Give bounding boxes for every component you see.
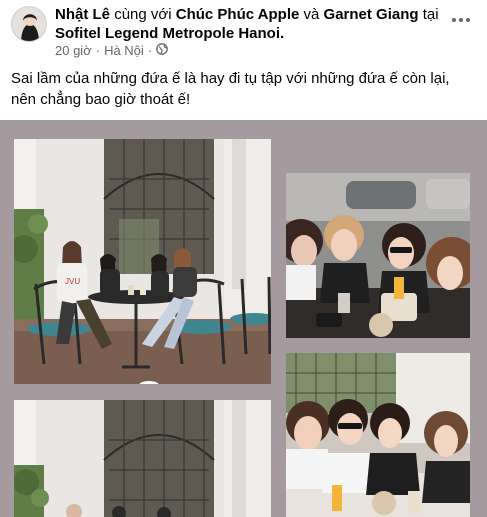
more-dot: [452, 18, 456, 22]
meta-separator-2: ·: [147, 43, 153, 58]
more-options-button[interactable]: [448, 13, 474, 27]
meta-separator: ·: [95, 43, 101, 58]
tagged-person-2-link[interactable]: Garnet Giang: [324, 6, 419, 23]
more-dot: [459, 18, 463, 22]
at-text: tại: [422, 6, 439, 23]
and-text: và: [303, 6, 320, 23]
tshirt-print-text: JVU: [65, 277, 80, 286]
post-header: Nhật Lê cùng với Chúc Phúc Apple và Garn…: [0, 0, 487, 60]
author-name-link[interactable]: Nhật Lê: [55, 6, 110, 23]
more-dot: [466, 18, 470, 22]
post-media-grid: JVU: [0, 120, 487, 517]
globe-icon[interactable]: [156, 43, 169, 59]
with-text: cùng với: [114, 6, 172, 23]
post-timestamp[interactable]: 20 giờ: [55, 43, 92, 59]
post-place: Hà Nội: [104, 43, 144, 58]
author-avatar[interactable]: [11, 6, 47, 42]
post-meta: 20 giờ · Hà Nội ·: [55, 43, 169, 59]
cafe-selfie-photo-1[interactable]: [286, 173, 470, 338]
cafe-selfie-photo-2[interactable]: [286, 353, 470, 517]
tagged-person-1-link[interactable]: Chúc Phúc Apple: [176, 6, 300, 23]
cafe-terrace-group-photo[interactable]: JVU: [14, 139, 271, 384]
post-header-text: Nhật Lê cùng với Chúc Phúc Apple và Garn…: [55, 5, 440, 43]
cafe-terrace-photo-2[interactable]: [14, 400, 271, 517]
post-message: Sai lầm của những đứa ế là hay đi tụ tập…: [11, 70, 450, 108]
location-link[interactable]: Sofitel Legend Metropole Hanoi.: [55, 25, 284, 42]
